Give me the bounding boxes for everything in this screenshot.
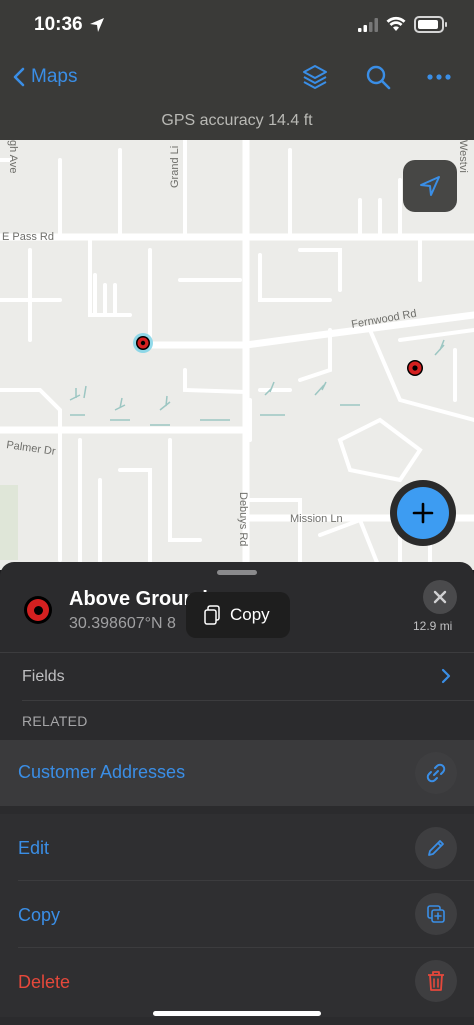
battery-icon <box>414 16 447 33</box>
location-arrow-icon <box>90 18 104 32</box>
navigation-bar: Maps <box>0 54 474 102</box>
navigation-arrow-icon <box>420 176 440 196</box>
feature-detail-sheet: Above Ground 30.398607°N 8 Copy 12.9 mi … <box>0 562 474 1025</box>
chevron-left-icon <box>13 67 25 87</box>
cellular-signal-icon <box>358 18 378 32</box>
pencil-icon <box>415 827 457 869</box>
fields-label: Fields <box>22 668 65 685</box>
gps-accuracy-banner: GPS accuracy 14.4 ft <box>0 102 474 140</box>
related-item-label: Customer Addresses <box>18 762 186 782</box>
map-label-ave: gh Ave <box>7 140 19 173</box>
close-icon <box>433 590 447 604</box>
copy-label: Copy <box>18 905 61 925</box>
map-label-debuys: Debuys Rd <box>237 492 249 546</box>
related-section-header: RELATED <box>22 713 88 729</box>
feature-marker[interactable] <box>407 360 423 376</box>
link-icon <box>415 752 457 794</box>
copy-tooltip-label: Copy <box>230 605 270 624</box>
divider <box>0 652 474 653</box>
map-label-pass-rd: E Pass Rd <box>2 231 54 243</box>
feature-distance: 12.9 mi <box>413 619 453 633</box>
edit-label: Edit <box>18 838 50 858</box>
trash-icon <box>415 960 457 1002</box>
feature-coordinates: 30.398607°N 8 <box>69 615 176 632</box>
map-label-grand: Grand Li <box>169 146 181 188</box>
map-label-westvi: Westvi <box>457 140 469 173</box>
actions-list: Edit Copy Delete <box>0 814 474 1017</box>
more-options-icon[interactable] <box>424 62 454 92</box>
feature-symbol-icon <box>24 596 52 624</box>
add-feature-button[interactable] <box>390 480 456 546</box>
status-bar: 10:36 <box>0 0 474 54</box>
locate-me-button[interactable] <box>403 160 457 212</box>
layers-icon[interactable] <box>300 62 330 92</box>
duplicate-icon <box>415 893 457 935</box>
sheet-grabber[interactable] <box>217 570 257 575</box>
close-sheet-button[interactable] <box>423 580 457 614</box>
map-label-mission: Mission Ln <box>290 513 343 525</box>
edit-button[interactable]: Edit <box>0 814 474 880</box>
back-button-label: Maps <box>31 66 78 87</box>
related-item-customer-addresses[interactable]: Customer Addresses <box>0 740 474 806</box>
delete-label: Delete <box>18 972 71 992</box>
copy-feature-button[interactable]: Copy <box>0 881 474 947</box>
divider <box>22 700 474 701</box>
chevron-right-icon <box>441 668 451 684</box>
gps-accuracy-text: GPS accuracy 14.4 ft <box>161 112 313 129</box>
search-icon[interactable] <box>363 62 393 92</box>
status-time: 10:36 <box>34 14 83 35</box>
copy-tooltip-button[interactable]: Copy <box>186 592 290 638</box>
home-indicator <box>153 1011 321 1016</box>
plus-icon <box>397 487 449 539</box>
map-label-palmer: Palmer Dr <box>6 439 57 458</box>
fields-row[interactable]: Fields <box>0 654 474 700</box>
wifi-icon <box>386 16 406 31</box>
back-to-maps-button[interactable]: Maps <box>12 64 77 90</box>
copy-document-icon <box>204 605 220 625</box>
delete-button[interactable]: Delete <box>0 948 474 1014</box>
selected-feature-marker[interactable] <box>133 333 153 353</box>
